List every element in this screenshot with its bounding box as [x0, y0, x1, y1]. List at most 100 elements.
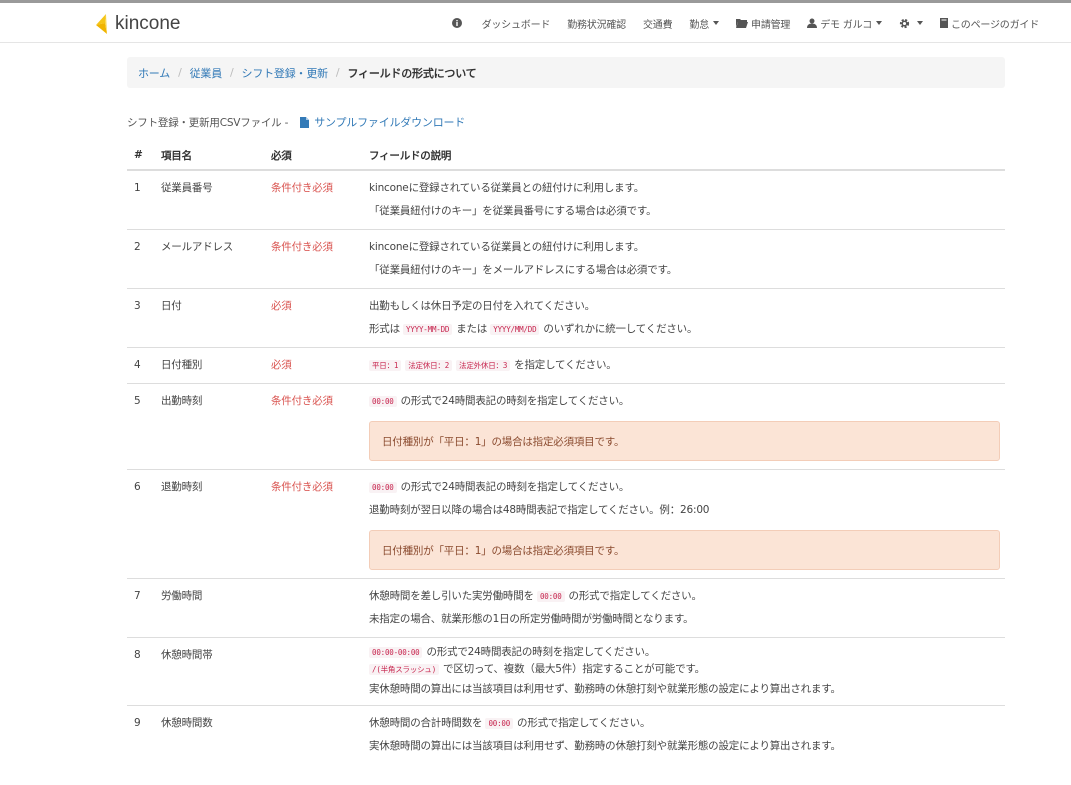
- row-field-name: 日付: [161, 288, 271, 348]
- nav-menu: ダッシュボード 勤務状況確認 交通費 勤怠 申請管理 デモ ガルコ このページのガイド: [435, 3, 1039, 43]
- row-required: [271, 705, 369, 764]
- row-field-name: 休憩時間帯: [161, 637, 271, 706]
- desc-text: の形式で24時間表記の時刻を指定してください。: [426, 646, 656, 658]
- nav-item-label: 勤怠: [689, 19, 710, 31]
- col-header-name: 項目名: [161, 141, 271, 171]
- row-field-name: 従業員番号: [161, 169, 271, 230]
- row-description: 休憩時間を差し引いた実労働時間を 00:00 の形式で指定してください。 未指定の場…: [369, 578, 1005, 638]
- desc-line: 未指定の場合、就業形態の1日の所定労働時間が労働時間となります。: [369, 608, 1005, 631]
- row-field-name: メールアドレス: [161, 229, 271, 289]
- sample-download-link[interactable]: サンプルファイルダウンロード: [300, 114, 465, 130]
- row-field-name: 休憩時間数: [161, 705, 271, 764]
- nav-item[interactable]: 勤務状況確認: [567, 16, 626, 31]
- table-row: 7 労働時間 休憩時間を差し引いた実労働時間を 00:00 の形式で指定してください。…: [127, 578, 1005, 638]
- table-row: 1 従業員番号 条件付き必須 kinconeに登録されている従業員との紐付けに利用しま…: [127, 169, 1005, 230]
- format-code: 00:00: [485, 718, 514, 729]
- desc-line: 00:00 の形式で24時間表記の時刻を指定してください。: [369, 390, 1005, 413]
- row-number: 3: [127, 288, 161, 348]
- desc-text: 退勤時刻が翌日以降の場合は48時間表記で指定してください。例：26:00: [369, 504, 710, 516]
- nav-item[interactable]: 申請管理: [736, 16, 790, 31]
- gear-icon: [899, 18, 910, 29]
- nav-item[interactable]: 交通費: [643, 16, 673, 31]
- table-row: 5 出勤時刻 条件付き必須 00:00 の形式で24時間表記の時刻を指定してください。日…: [127, 383, 1005, 470]
- file-icon: [300, 116, 310, 128]
- desc-text: を指定してください。: [514, 359, 617, 371]
- format-code: 法定休日：2: [405, 360, 453, 371]
- folder-icon: [736, 18, 749, 28]
- nav-item[interactable]: [899, 18, 923, 29]
- desc-text: 「従業員紐付けのキー」をメールアドレスにする場合は必須です。: [369, 264, 678, 276]
- desc-line: 休憩時間を差し引いた実労働時間を 00:00 の形式で指定してください。: [369, 585, 1005, 608]
- table-row: 2 メールアドレス 条件付き必須 kinconeに登録されている従業員との紐付けに利用…: [127, 229, 1005, 289]
- nav-item[interactable]: ダッシュボード: [482, 16, 551, 31]
- table-row: 9 休憩時間数 休憩時間の合計時間数を 00:00 の形式で指定してください。 実休憩時…: [127, 705, 1005, 764]
- nav-item-label: 交通費: [643, 19, 673, 31]
- desc-line: 実休憩時間の算出には当該項目は利用せず、勤務時の休憩打刻や就業形態の設定により算…: [369, 735, 1005, 758]
- table-header-row: # 項目名 必須 フィールドの説明: [127, 141, 1005, 171]
- breadcrumb-separator: /: [335, 66, 340, 79]
- brand-logo[interactable]: kincone: [96, 12, 181, 36]
- desc-text: 休憩時間を差し引いた実労働時間を: [369, 590, 537, 602]
- nav-item[interactable]: デモ ガルコ: [807, 16, 882, 31]
- row-number: 6: [127, 469, 161, 579]
- breadcrumb-home[interactable]: ホーム: [138, 65, 170, 81]
- row-field-name: 日付種別: [161, 347, 271, 384]
- required-condition-alert: 日付種別が「平日：1」の場合は指定必須項目です。: [369, 421, 1000, 461]
- nav-item-label: このページのガイド: [951, 19, 1039, 31]
- row-number: 7: [127, 578, 161, 638]
- nav-item-label: 勤務状況確認: [567, 19, 626, 31]
- desc-text: 形式は: [369, 323, 404, 335]
- desc-text: で区切って、複数（最大5件）指定することが可能です。: [443, 663, 705, 675]
- format-code: /(半角スラッシュ): [369, 664, 440, 675]
- brand-name: kincone: [115, 13, 181, 34]
- breadcrumb-employees[interactable]: 従業員: [190, 65, 223, 81]
- table-row: 4 日付種別 必須 平日：1 法定休日：2 法定外休日：3 を指定してください。: [127, 347, 1005, 384]
- row-required: 必須: [271, 288, 369, 348]
- desc-line: 00:00-00:00 の形式で24時間表記の時刻を指定してください。: [369, 644, 1005, 661]
- row-required: 必須: [271, 347, 369, 384]
- row-description: 休憩時間の合計時間数を 00:00 の形式で指定してください。 実休憩時間の算出には…: [369, 705, 1005, 764]
- desc-line: 出勤もしくは休日予定の日付を入れてください。: [369, 295, 1005, 318]
- row-required: [271, 578, 369, 638]
- desc-text: kinconeに登録されている従業員との紐付けに利用します。: [369, 241, 644, 253]
- nav-item[interactable]: [451, 18, 465, 28]
- desc-line: 平日：1 法定休日：2 法定外休日：3 を指定してください。: [369, 354, 1005, 377]
- desc-text: 休憩時間の合計時間数を: [369, 717, 486, 729]
- desc-text: の形式で指定してください。: [568, 590, 702, 602]
- format-code: YYYY-MM-DD: [403, 324, 453, 335]
- user-icon: [807, 18, 818, 28]
- desc-text: kinconeに登録されている従業員との紐付けに利用します。: [369, 182, 644, 194]
- desc-line: 形式は YYYY-MM-DD または YYYY/MM/DD のいずれかに統一してくだ…: [369, 318, 1005, 341]
- nav-item[interactable]: このページのガイド: [940, 16, 1039, 31]
- caret-down-icon: [917, 21, 923, 25]
- row-required: 条件付き必須: [271, 169, 369, 230]
- intro-text: シフト登録・更新用CSVファイル -: [127, 116, 289, 129]
- info-circle-icon: [451, 18, 462, 28]
- desc-text: または: [456, 323, 491, 335]
- breadcrumb-shift[interactable]: シフト登録・更新: [242, 65, 329, 81]
- row-number: 1: [127, 169, 161, 230]
- nav-item[interactable]: 勤怠: [689, 16, 720, 31]
- row-number: 5: [127, 383, 161, 470]
- row-required: [271, 637, 369, 706]
- field-format-table: # 項目名 必須 フィールドの説明 1 従業員番号 条件付き必須 kinconeに登録…: [127, 141, 1005, 764]
- table-row: 6 退勤時刻 条件付き必須 00:00 の形式で24時間表記の時刻を指定してください。退…: [127, 469, 1005, 579]
- row-required: 条件付き必須: [271, 383, 369, 470]
- row-description: kinconeに登録されている従業員との紐付けに利用します。「従業員紐付けのキー…: [369, 229, 1005, 289]
- nav-item-label: デモ ガルコ: [820, 19, 872, 31]
- row-field-name: 出勤時刻: [161, 383, 271, 470]
- row-number: 8: [127, 637, 161, 706]
- desc-line: 「従業員紐付けのキー」をメールアドレスにする場合は必須です。: [369, 259, 1005, 282]
- navbar: kincone ダッシュボード 勤務状況確認 交通費 勤怠 申請管理 デモ ガルコ このペー…: [0, 3, 1071, 43]
- col-header-required: 必須: [271, 141, 369, 171]
- desc-text: の形式で24時間表記の時刻を指定してください。: [400, 481, 630, 493]
- row-description: 00:00 の形式で24時間表記の時刻を指定してください。日付種別が「平日：1」の…: [369, 383, 1005, 470]
- row-required: 条件付き必須: [271, 469, 369, 579]
- desc-line: 00:00 の形式で24時間表記の時刻を指定してください。: [369, 476, 1005, 499]
- sample-download-label: サンプルファイルダウンロード: [314, 116, 466, 129]
- desc-line: kinconeに登録されている従業員との紐付けに利用します。: [369, 236, 1005, 259]
- breadcrumb: ホーム / 従業員 / シフト登録・更新 / フィールドの形式について: [127, 57, 1005, 88]
- row-description: kinconeに登録されている従業員との紐付けに利用します。 「従業員紐付けのキー…: [369, 169, 1005, 230]
- breadcrumb-separator: /: [230, 66, 234, 79]
- kincone-logo-icon: [96, 14, 107, 34]
